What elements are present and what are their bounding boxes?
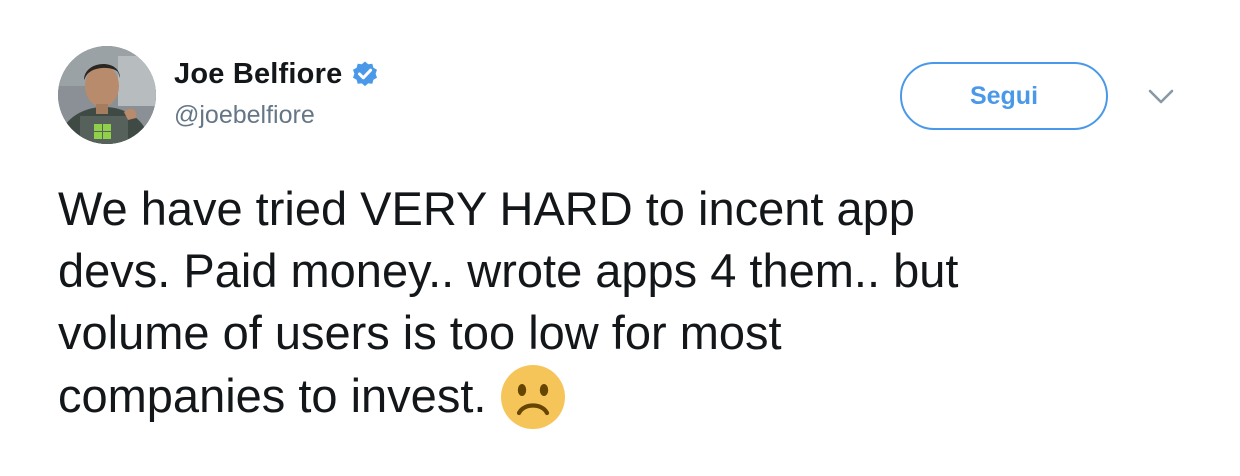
- follow-button[interactable]: Segui: [900, 62, 1108, 130]
- tweet-text-line-last: companies to invest.: [58, 364, 1178, 430]
- frowning-face-emoji-icon: [500, 364, 566, 430]
- tweet-text-fragment: companies to invest.: [58, 369, 487, 422]
- tweet-text-line: We have tried VERY HARD to incent app: [58, 182, 915, 235]
- avatar[interactable]: [58, 46, 156, 144]
- tweet-card: Joe Belfiore @joebelfiore Segui We have …: [0, 0, 1240, 476]
- chevron-down-icon[interactable]: [1146, 86, 1176, 108]
- tweet-text-line: devs. Paid money.. wrote apps 4 them.. b…: [58, 244, 959, 297]
- tweet-text-line: volume of users is too low for most: [58, 306, 782, 359]
- author-handle[interactable]: @joebelfiore: [174, 101, 315, 130]
- tweet-text: We have tried VERY HARD to incent app de…: [58, 178, 1178, 430]
- author-name-row: Joe Belfiore: [174, 56, 379, 92]
- verified-badge-icon: [351, 60, 379, 88]
- author-display-name[interactable]: Joe Belfiore: [174, 58, 342, 91]
